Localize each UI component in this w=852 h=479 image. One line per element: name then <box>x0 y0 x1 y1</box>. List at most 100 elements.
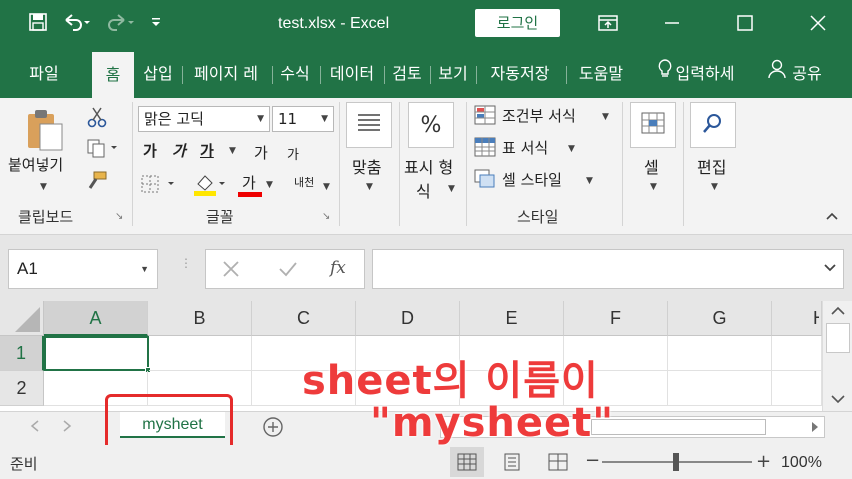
column-header-d[interactable]: D <box>356 301 460 336</box>
ribbon-display-options-icon[interactable] <box>588 8 628 38</box>
alignment-button[interactable] <box>346 102 392 148</box>
formula-bar: A1 ▼ ⋮ fx <box>0 235 852 301</box>
paste-button[interactable]: 붙여넣기 ▼ <box>8 104 78 199</box>
clipboard-launcher-icon[interactable]: ↘ <box>115 211 123 222</box>
tab-autosave[interactable]: 자동저장 <box>478 50 562 98</box>
zoom-in-icon[interactable]: + <box>756 451 771 472</box>
formula-input[interactable] <box>372 249 844 289</box>
cell-g1[interactable] <box>668 336 772 371</box>
collapse-ribbon-icon[interactable] <box>825 210 839 225</box>
normal-view-icon[interactable] <box>450 447 484 477</box>
table-format-icon <box>474 137 496 161</box>
close-icon[interactable] <box>798 8 838 38</box>
tab-home[interactable]: 홈 <box>92 52 134 98</box>
column-header-g[interactable]: G <box>668 301 772 336</box>
new-sheet-icon[interactable] <box>262 416 284 442</box>
cell-b1[interactable] <box>149 336 252 371</box>
scroll-sheets-right-icon[interactable] <box>62 420 72 436</box>
share-label: 공유 <box>792 64 822 83</box>
row-header-2[interactable]: 2 <box>0 371 44 406</box>
login-button[interactable]: 로그인 <box>475 9 560 37</box>
scroll-thumb[interactable] <box>826 323 850 353</box>
vertical-scrollbar[interactable] <box>822 301 852 411</box>
column-header-c[interactable]: C <box>252 301 356 336</box>
cell-styles-button[interactable]: 셀 스타일 ▼ <box>474 168 604 192</box>
formula-bar-grip-icon[interactable]: ⋮ <box>180 257 192 269</box>
name-box[interactable]: A1 ▼ <box>8 249 158 289</box>
cancel-entry-icon[interactable] <box>222 260 240 282</box>
page-layout-view-icon[interactable] <box>502 453 522 475</box>
column-header-e[interactable]: E <box>460 301 564 336</box>
hscroll-right-icon[interactable] <box>810 421 820 437</box>
italic-button[interactable]: 가 <box>172 140 186 161</box>
font-size-select[interactable]: 11 ▼ <box>272 106 334 132</box>
tab-file[interactable]: 파일 <box>14 50 74 98</box>
increase-font-button[interactable]: 가 <box>254 142 268 163</box>
scroll-down-icon[interactable] <box>829 393 847 409</box>
name-box-value: A1 <box>17 259 38 278</box>
tab-view[interactable]: 보기 <box>432 50 474 98</box>
hscroll-thumb[interactable] <box>591 419 766 435</box>
undo-icon[interactable] <box>62 12 92 32</box>
decrease-font-button[interactable]: 가 <box>287 144 299 163</box>
save-icon[interactable] <box>28 12 48 32</box>
tab-insert[interactable]: 삽입 <box>138 50 178 98</box>
select-all-corner[interactable] <box>0 301 44 336</box>
cells-button[interactable] <box>630 102 676 148</box>
border-icon[interactable] <box>140 174 178 198</box>
format-as-table-label: 표 서식 <box>502 139 549 157</box>
insert-function-icon[interactable]: fx <box>330 258 346 278</box>
scroll-sheets-left-icon[interactable] <box>30 420 40 436</box>
styles-group-label: 스타일 <box>517 208 559 226</box>
tab-page-layout[interactable]: 페이지 레 <box>184 50 268 98</box>
tab-formulas[interactable]: 수식 <box>274 50 316 98</box>
cell-a1[interactable] <box>44 336 151 373</box>
column-header-f[interactable]: F <box>564 301 668 336</box>
column-header-a[interactable]: A <box>44 301 148 336</box>
expand-formula-icon[interactable] <box>823 262 837 277</box>
cell-g2[interactable] <box>668 371 772 406</box>
editing-button[interactable] <box>690 102 736 148</box>
cut-icon[interactable] <box>86 106 108 132</box>
tell-me-search[interactable]: 입력하세 <box>646 50 746 98</box>
format-as-table-button[interactable]: 표 서식 ▼ <box>474 136 584 160</box>
column-header-b[interactable]: B <box>148 301 252 336</box>
minimize-icon[interactable] <box>652 8 692 38</box>
font-launcher-icon[interactable]: ↘ <box>322 211 330 222</box>
ribbon-tab-bar: 파일 홈 삽입 페이지 레 수식 데이터 검토 보기 자동저장 도움말 입력하세… <box>0 50 852 98</box>
bold-button[interactable]: 가 <box>143 140 157 161</box>
cells-label: 셀 <box>644 158 659 177</box>
cell-h2[interactable] <box>772 371 822 406</box>
zoom-level[interactable]: 100% <box>781 454 822 472</box>
title-bar: test.xlsx - Excel 로그인 <box>0 0 852 50</box>
name-box-dropdown-icon[interactable]: ▼ <box>140 250 149 288</box>
copy-icon[interactable] <box>86 138 120 162</box>
confirm-entry-icon[interactable] <box>278 260 298 282</box>
share-button[interactable]: 공유 <box>760 50 830 98</box>
conditional-formatting-button[interactable]: 조건부 서식 ▼ <box>474 104 624 128</box>
cell-h1[interactable] <box>772 336 822 371</box>
zoom-out-icon[interactable]: − <box>585 452 600 470</box>
phonetic-guide-button[interactable]: 내천 <box>294 174 314 190</box>
tab-review[interactable]: 검토 <box>386 50 428 98</box>
paste-label: 붙여넣기 <box>8 156 64 174</box>
window-title: test.xlsx - Excel <box>278 15 390 32</box>
row-header-1[interactable]: 1 <box>0 336 44 371</box>
format-painter-icon[interactable] <box>86 170 108 196</box>
page-break-view-icon[interactable] <box>548 453 568 475</box>
zoom-slider-thumb[interactable] <box>673 453 679 471</box>
lightbulb-icon <box>658 50 672 98</box>
font-name-select[interactable]: 맑은 고딕 ▼ <box>138 106 270 132</box>
font-color-button[interactable]: 가 ▼ <box>238 172 278 198</box>
editing-label: 편집 <box>697 158 727 177</box>
customize-qat-icon[interactable] <box>150 16 162 28</box>
column-header-h[interactable]: H <box>772 301 822 336</box>
scroll-up-icon[interactable] <box>829 305 847 321</box>
underline-button[interactable]: 가 <box>200 140 214 161</box>
tab-data[interactable]: 데이터 <box>322 50 382 98</box>
fill-color-icon[interactable] <box>194 172 228 200</box>
ready-status: 준비 <box>10 455 38 473</box>
number-format-button[interactable]: % <box>408 102 454 148</box>
tab-help[interactable]: 도움말 <box>570 50 632 98</box>
maximize-icon[interactable] <box>725 8 765 38</box>
